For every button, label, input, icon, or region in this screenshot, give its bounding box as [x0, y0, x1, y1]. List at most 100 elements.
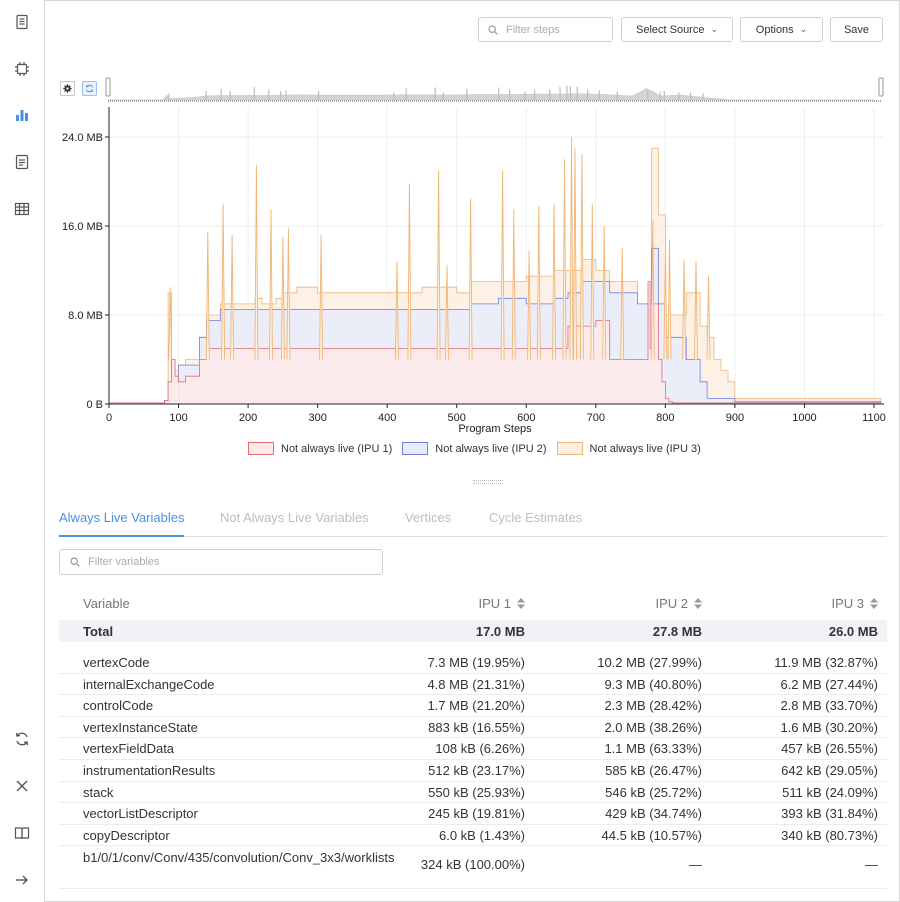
spike-mark: [706, 276, 711, 360]
tab-always-live-variables[interactable]: Always Live Variables: [59, 510, 184, 525]
spike-mark: [468, 198, 473, 360]
legend-swatch-ipu1: [248, 442, 274, 455]
table-row[interactable]: controlCode 1.7 MB (21.20%) 2.3 MB (28.42%…: [59, 695, 887, 717]
total-ipu2: 27.8 MB: [652, 624, 702, 639]
table-row[interactable]: internalExchangeCode 4.8 MB (21.31%) 9.3 M…: [59, 674, 887, 696]
x-tick-label: 700: [587, 412, 605, 424]
filter-variables-input[interactable]: Filter variables: [59, 549, 383, 575]
ipu3-value: 511 kB (24.09%): [782, 784, 878, 800]
total-row: Total 17.0 MB 27.8 MB 26.0 MB: [59, 620, 887, 642]
legend-swatch-ipu2: [402, 442, 429, 455]
refresh-icon[interactable]: [11, 728, 33, 750]
table-row[interactable]: vertexFieldData 108 kB (6.26%) 1.1 MB (63.…: [59, 738, 887, 760]
spike-mark: [536, 205, 541, 360]
overview-brush[interactable]: [105, 77, 884, 102]
overview-area: [107, 88, 875, 101]
spike-mark: [221, 203, 226, 360]
spike-mark: [562, 159, 567, 360]
memory-chart: 0 100 200 300 400 500 600 700 800 900 1000 11000 B8…: [62, 77, 886, 435]
table-row[interactable]: vertexInstanceState 883 kB (16.55%) 2.0 MB…: [59, 717, 887, 739]
filter-variables-placeholder: Filter variables: [88, 556, 160, 568]
variable-name: stack: [83, 784, 114, 800]
spike-mark: [269, 209, 273, 360]
table-row[interactable]: b1/0/1/conv/Conv/435/convolution/Conv_3x…: [59, 846, 887, 890]
spike-mark: [667, 239, 672, 360]
y-tick-label: 16.0 MB: [62, 221, 103, 233]
arrow-right-icon[interactable]: [11, 869, 33, 891]
ipu1-value: 6.0 kB (1.43%): [439, 827, 525, 843]
spike-mark: [511, 209, 516, 360]
column-header-ipu1-label: IPU 1: [478, 596, 511, 611]
variable-name: copyDescriptor: [83, 827, 170, 843]
spike-mark: [436, 170, 441, 360]
ipu2-value: 10.2 MB (27.99%): [597, 655, 702, 670]
table-row[interactable]: vectorListDescriptor 245 kB (19.81%) 429 k…: [59, 803, 887, 825]
variables-table: Variable IPU 1 IPU 2 IPU 3 Total 17.0 MB…: [59, 590, 887, 890]
ipu1-value: 512 kB (23.17%): [428, 762, 525, 778]
ipu2-value: 1.1 MB (63.33%): [604, 741, 702, 757]
ipu1-value: 245 kB (19.81%): [428, 806, 525, 822]
ipu1-value: 550 kB (25.93%): [428, 784, 525, 800]
spike-mark: [573, 148, 577, 360]
close-icon[interactable]: [11, 775, 33, 797]
column-header-ipu2[interactable]: IPU 2: [655, 596, 702, 612]
tab-vertices[interactable]: Vertices: [405, 510, 451, 525]
x-tick-label: 1100: [862, 412, 886, 424]
spike-mark: [394, 261, 399, 360]
x-tick-label: 100: [169, 412, 187, 424]
legend-item-ipu2[interactable]: Not always live (IPU 2): [402, 442, 547, 455]
column-header-variable[interactable]: Variable: [83, 596, 130, 611]
chart-legend: Not always live (IPU 1) Not always live …: [248, 442, 711, 455]
search-icon: [70, 557, 80, 567]
x-tick-label: 300: [308, 412, 326, 424]
ipu2-value: 2.3 MB (28.42%): [604, 698, 702, 714]
tab-not-always-live-variables[interactable]: Not Always Live Variables: [220, 510, 369, 525]
ipu3-value: 6.2 MB (27.44%): [780, 676, 878, 692]
column-header-ipu1[interactable]: IPU 1: [478, 596, 525, 612]
spike-mark: [682, 259, 687, 360]
tab-bar: Always Live Variables Not Always Live Va…: [59, 506, 887, 537]
ipu3-value: 1.6 MB (30.20%): [780, 719, 878, 735]
legend-label-ipu1: Not always live (IPU 1): [281, 442, 393, 455]
variable-name: vectorListDescriptor: [83, 806, 198, 822]
ipu3-value: 642 kB (29.05%): [781, 762, 878, 778]
legend-item-ipu3[interactable]: Not always live (IPU 3): [556, 442, 701, 455]
ipu3-value: 11.9 MB (32.87%): [774, 655, 878, 670]
brush-handle-left: [105, 77, 111, 97]
spike-mark: [579, 153, 584, 360]
tab-cycle-estimates[interactable]: Cycle Estimates: [489, 510, 582, 525]
spike-mark: [254, 164, 259, 360]
total-label: Total: [83, 624, 114, 639]
x-tick-label: 400: [378, 412, 396, 424]
total-ipu3: 26.0 MB: [828, 624, 878, 639]
spike-mark: [205, 231, 210, 360]
ipu1-value: 1.7 MB (21.20%): [427, 698, 525, 714]
table-row[interactable]: stack 550 kB (25.93%) 546 kB (25.72%) 511 k…: [59, 782, 887, 804]
x-axis-label: Program Steps: [458, 423, 532, 435]
table-body: vertexCode 7.3 MB (19.95%) 10.2 MB (27.99%…: [59, 652, 887, 890]
variable-name: vertexFieldData: [83, 741, 175, 757]
spike-mark: [694, 261, 698, 360]
spike-mark: [527, 250, 532, 360]
legend-item-ipu1[interactable]: Not always live (IPU 1): [248, 442, 392, 455]
resize-handle[interactable]: [473, 480, 503, 484]
variable-name: controlCode: [83, 698, 154, 714]
x-tick-label: 800: [656, 412, 674, 424]
column-header-ipu3[interactable]: IPU 3: [831, 596, 878, 612]
table-row[interactable]: instrumentationResults 512 kB (23.17%) 585…: [59, 760, 887, 782]
spike-mark: [230, 234, 235, 360]
column-header-ipu3-label: IPU 3: [831, 596, 864, 611]
chart-areas: [109, 147, 882, 404]
ipu2-value: 546 kB (25.72%): [605, 784, 702, 800]
sort-icon[interactable]: [694, 597, 702, 612]
variable-name: internalExchangeCode: [83, 676, 215, 692]
sort-icon[interactable]: [517, 597, 525, 612]
book-icon[interactable]: [11, 822, 33, 844]
legend-label-ipu3: Not always live (IPU 3): [589, 442, 701, 455]
y-tick-label: 0 B: [86, 399, 103, 411]
table-row[interactable]: copyDescriptor 6.0 kB (1.43%) 44.5 kB (10.…: [59, 825, 887, 847]
ipu1-value: 883 kB (16.55%): [428, 719, 525, 735]
x-tick-label: 0: [106, 412, 112, 424]
sort-icon[interactable]: [870, 597, 878, 612]
table-row[interactable]: vertexCode 7.3 MB (19.95%) 10.2 MB (27.99%…: [59, 652, 887, 674]
